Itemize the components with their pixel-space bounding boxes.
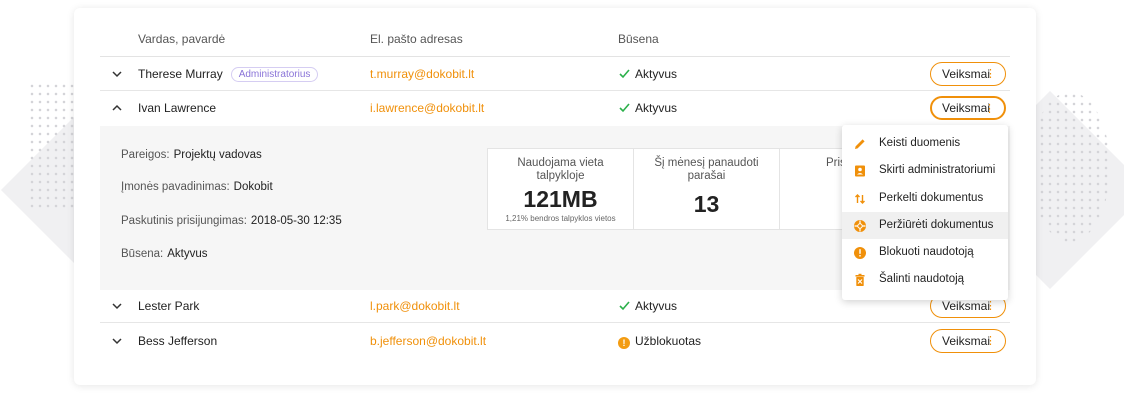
actions-button[interactable]: Veiksmai ⋮ [930,62,1006,86]
actions-button-label: Veiksmai [942,67,991,81]
user-name-text: Therese Murray [138,67,223,81]
admin-badge: Administratorius [230,67,319,82]
detail-company: Įmonės pavadinimas: Dokobit [121,181,273,193]
user-name: Ivan Lawrence [138,101,217,115]
detail-value: Aktyvus [167,248,208,260]
row-divider [100,322,1010,323]
table-row[interactable]: Ivan Lawrence i.lawrence@dokobit.lt Akty… [100,91,1010,125]
column-header-name[interactable]: Vardas, pavardė [138,32,225,46]
kebab-icon: ⋮ [985,335,996,347]
column-header-status[interactable]: Būsena [618,32,659,46]
stat-signatures: Šį mėnesį panaudoti parašai 13 [633,148,780,230]
chevron-up-icon[interactable] [110,101,124,115]
detail-label: Pareigos: [121,149,170,161]
view-documents-icon [854,219,866,232]
user-status: Aktyvus [618,299,677,313]
actions-button-label: Veiksmai [942,101,991,115]
stat-label: Naudojama vieta talpykloje [517,157,604,182]
detail-last-login: Paskutinis prisijungimas: 2018-05-30 12:3… [121,215,342,227]
user-status: Aktyvus [618,67,677,81]
detail-label: Paskutinis prisijungimas: [121,215,247,227]
stat-label: Šį mėnesį panaudoti parašai [654,157,759,182]
detail-value: 2018-05-30 12:35 [250,215,342,227]
stat-value: 13 [693,191,720,217]
detail-label: Būsena: [121,248,164,260]
menu-item-transfer[interactable]: Perkelti dokumentus [842,185,1008,212]
menu-item-label: Skirti administratoriumi [879,164,996,177]
actions-button-label: Veiksmai [942,299,991,313]
background-dots [1030,92,1110,242]
actions-button[interactable]: Veiksmai ⋮ [930,329,1006,353]
status-text: Užblokuotas [635,334,702,348]
user-name: Therese Murray Administratorius [138,67,319,82]
stat-value: 121MB [523,186,598,212]
actions-button[interactable]: Veiksmai ⋮ [930,96,1006,120]
menu-item-label: Blokuoti naudotoją [879,246,974,259]
column-header-email[interactable]: El. pašto adresas [370,32,463,46]
menu-item-view-documents[interactable]: Peržiūrėti dokumentus [842,211,1008,240]
chevron-down-icon[interactable] [110,299,124,313]
user-email-link[interactable]: t.murray@dokobit.lt [370,67,474,81]
kebab-icon: ⋮ [985,300,996,312]
trash-icon [855,274,865,287]
chevron-down-icon[interactable] [110,334,124,348]
detail-value: Projektų vadovas [173,149,262,161]
detail-status: Būsena: Aktyvus [121,248,207,260]
user-email-link[interactable]: i.lawrence@dokobit.lt [370,101,484,115]
user-status: ! Užblokuotas [618,334,701,349]
user-email-link[interactable]: l.park@dokobit.lt [370,299,460,313]
menu-item-label: Peržiūrėti dokumentus [879,218,994,231]
menu-item-label: Keisti duomenis [879,137,961,149]
kebab-icon: ⋮ [984,103,995,115]
status-text: Aktyvus [635,299,678,313]
actions-dropdown-menu: Keisti duomenis Skirti administratoriumi… [842,125,1008,300]
admin-badge-icon [855,165,865,177]
warning-icon: ! [618,337,630,349]
pencil-icon [855,139,865,149]
checkmark-icon [619,301,630,311]
menu-item-label: Šalinti naudotoją [879,273,965,286]
user-name: Lester Park [138,299,200,313]
user-name: Bess Jefferson [138,334,218,348]
detail-label: Įmonės pavadinimas: [121,181,230,193]
menu-item-label: Perkelti dokumentus [879,191,984,204]
table-row[interactable]: Therese Murray Administratorius t.murray@… [100,57,1010,91]
table-row[interactable]: Bess Jefferson b.jefferson@dokobit.lt ! U… [100,324,1010,358]
menu-item-block-user[interactable]: Blokuoti naudotoją [842,239,1008,266]
transfer-arrows-icon [855,193,865,204]
checkmark-icon [619,69,630,79]
actions-button-label: Veiksmai [942,334,991,348]
menu-item-delete-user[interactable]: Šalinti naudotoją [842,266,1008,293]
kebab-icon: ⋮ [985,68,996,80]
user-email-link[interactable]: b.jefferson@dokobit.lt [370,334,486,348]
detail-value: Dokobit [233,181,273,193]
block-warning-icon [854,247,866,260]
menu-item-make-admin[interactable]: Skirti administratoriumi [842,157,1008,184]
user-status: Aktyvus [618,101,677,115]
stat-storage: Naudojama vieta talpykloje 121MB 1,21% b… [487,148,634,230]
detail-position: Pareigos: Projektų vadovas [121,149,262,161]
checkmark-icon [619,103,630,113]
stat-subtext: 1,21% bendros talpyklos vietos [505,214,616,223]
status-text: Aktyvus [635,101,678,115]
status-text: Aktyvus [635,67,678,81]
menu-item-edit[interactable]: Keisti duomenis [842,130,1008,157]
chevron-down-icon[interactable] [110,67,124,81]
